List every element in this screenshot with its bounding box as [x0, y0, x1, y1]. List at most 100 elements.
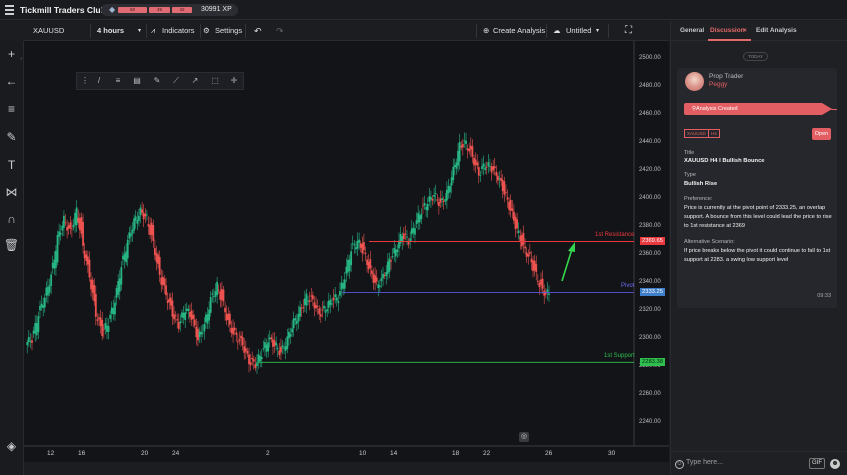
tab-general[interactable]: General	[680, 27, 704, 34]
candle-body	[205, 314, 207, 323]
crosshair-icon[interactable]: ✛	[228, 75, 240, 87]
candle-body	[273, 340, 276, 347]
candle-body	[276, 348, 279, 350]
indicators-button[interactable]: Indicators	[162, 21, 195, 41]
candle-body	[339, 290, 341, 296]
trash-icon[interactable]: 🗑	[3, 237, 20, 254]
analysis-card: Prop Trader Peggy ⚲Analysis Created XAUU…	[677, 68, 837, 308]
candle-body	[533, 260, 536, 271]
candle-body	[449, 186, 451, 192]
tab-discussion[interactable]: Discussion	[710, 27, 745, 34]
close-icon[interactable]: ×	[743, 27, 747, 34]
settings-button[interactable]: Settings	[215, 21, 242, 41]
trendline-icon[interactable]: ⟋	[170, 75, 182, 87]
candle-body	[347, 259, 349, 273]
fib-icon[interactable]: ≡	[3, 101, 20, 118]
symbol-tag: XAUUSD	[684, 129, 709, 138]
candle-body	[152, 224, 155, 241]
indicators-icon[interactable]: ⩘	[151, 21, 155, 41]
pencil-icon[interactable]: /	[93, 75, 105, 87]
candle-body	[96, 319, 99, 321]
candle-body	[437, 201, 440, 207]
gear-icon[interactable]: ⚙	[203, 21, 210, 41]
candle-body	[482, 163, 485, 167]
message-input[interactable]: Type here...	[686, 459, 723, 466]
symbol-label[interactable]: XAUUSD	[33, 21, 64, 41]
fib-icon[interactable]: ≡	[112, 75, 124, 87]
candle-body	[452, 166, 455, 180]
candle-body	[439, 198, 442, 203]
chevron-down-icon[interactable]: ▾	[138, 21, 141, 41]
chevron-down-icon[interactable]: ▾	[596, 21, 599, 41]
candle-body	[187, 308, 190, 311]
pattern-icon[interactable]: ⋈	[3, 184, 20, 201]
candle-body	[471, 146, 474, 157]
untitled-dropdown[interactable]: Untitled	[566, 21, 591, 41]
candle-body	[147, 224, 150, 227]
rectangle-icon[interactable]: ⬚	[209, 75, 221, 87]
panel-tabs: General Discussion × Edit Analysis	[671, 21, 847, 41]
candle-body	[527, 254, 530, 257]
arrow-icon[interactable]: ↗	[189, 75, 201, 87]
candle-body	[500, 178, 503, 182]
menu-icon[interactable]	[5, 5, 14, 15]
chart-area[interactable]: ⋮ / ≡ ▤ ✎ ⟋ ↗ ⬚ ✛ 2500.00 2480.00 2460.0…	[24, 41, 669, 462]
candle-body	[281, 345, 284, 348]
candle-body	[198, 331, 201, 337]
text-icon[interactable]: T	[3, 157, 20, 174]
emoji-icon[interactable]: ☺	[675, 460, 684, 469]
price-chart[interactable]	[24, 41, 669, 462]
candle-body	[248, 354, 250, 365]
crosshair-icon[interactable]: + ›	[3, 46, 22, 63]
candle-body	[58, 231, 61, 237]
candle-body	[39, 305, 41, 311]
timeframe-select[interactable]: 4 hours	[97, 21, 124, 41]
brush-icon[interactable]: ✎	[151, 75, 163, 87]
candle-body	[225, 313, 228, 321]
candle-body	[163, 278, 166, 286]
candle-body	[284, 346, 287, 351]
cloud-icon[interactable]: ☁	[553, 21, 561, 41]
candle-body	[299, 306, 301, 317]
candle-body	[55, 250, 57, 268]
fullscreen-icon[interactable]: ⛶	[625, 21, 632, 41]
layers-icon[interactable]: ◈	[3, 438, 20, 455]
gif-button[interactable]: GIF	[809, 458, 825, 469]
drag-handle-icon[interactable]: ⋮	[79, 75, 91, 87]
candle-body	[85, 254, 88, 262]
candle-body	[514, 216, 517, 229]
candle-body	[414, 228, 416, 235]
x-tick: 16	[78, 450, 86, 457]
candle-body	[493, 166, 496, 169]
candle-body	[195, 326, 198, 338]
horizontal-line-icon[interactable]: ←	[3, 73, 20, 90]
candle-body	[272, 339, 274, 347]
candle-body	[543, 290, 546, 296]
screenshot-icon[interactable]: ◎	[519, 432, 529, 442]
candle-body	[200, 331, 203, 335]
plus-circle-icon[interactable]: ⊕	[483, 21, 489, 41]
redo-icon[interactable]: ↷	[276, 21, 284, 41]
candle-body	[101, 319, 104, 337]
drawing-toolbar: ⋮ / ≡ ▤ ✎ ⟋ ↗ ⬚ ✛	[76, 72, 244, 90]
undo-icon[interactable]: ↶	[254, 21, 262, 41]
emoji-picker-icon[interactable]: ☻	[830, 459, 840, 469]
candle-body	[297, 313, 300, 322]
alternative-key: Alternative Scenario:	[684, 239, 735, 245]
tab-edit-analysis[interactable]: Edit Analysis	[756, 27, 797, 34]
candle-body	[465, 140, 467, 145]
author-name[interactable]: Peggy	[709, 81, 727, 88]
avatar[interactable]	[685, 72, 704, 91]
candle-body	[275, 342, 278, 346]
candle-body	[300, 308, 303, 309]
open-button[interactable]: Open	[812, 128, 831, 140]
candle-body	[460, 145, 463, 148]
magnet-icon[interactable]: ∩	[3, 211, 20, 228]
candle-body	[535, 263, 538, 273]
candle-body	[294, 318, 297, 321]
create-analysis-button[interactable]: Create Analysis	[493, 21, 545, 41]
channel-icon[interactable]: ▤	[131, 75, 143, 87]
brush-icon[interactable]: ✎	[3, 129, 20, 146]
candle-body	[80, 217, 83, 234]
candle-body	[355, 247, 357, 250]
